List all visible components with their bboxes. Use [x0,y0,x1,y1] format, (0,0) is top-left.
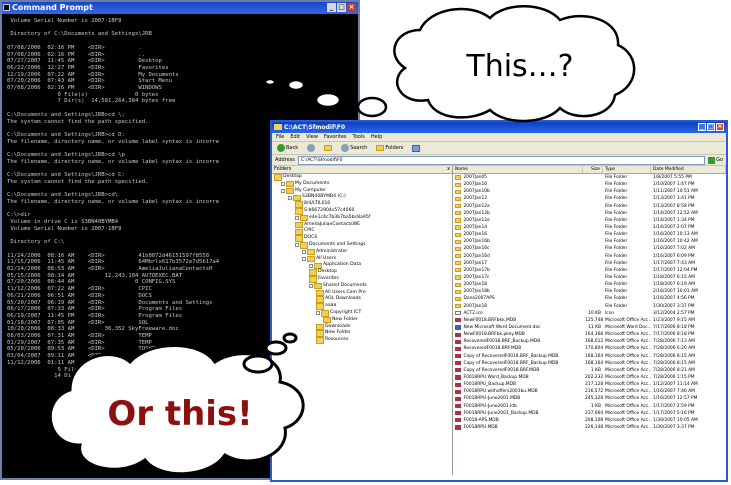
top-bubble [263,5,636,123]
bottom-bubble-text: Or this! [107,394,252,434]
top-bubble-text: This…? [465,49,573,84]
thought-bubbles: This…? Or this! [48,5,636,476]
